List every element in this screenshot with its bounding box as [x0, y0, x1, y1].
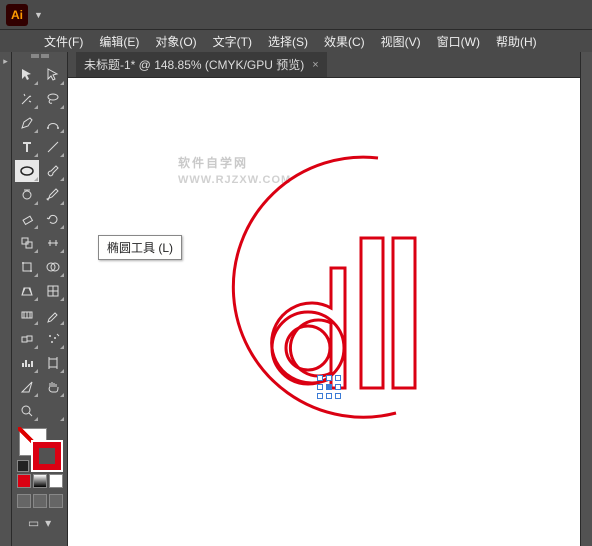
tool-ellipse[interactable] [15, 160, 39, 182]
tool-pencil[interactable] [41, 184, 65, 206]
tool-selection[interactable] [15, 64, 39, 86]
tool-type[interactable] [15, 136, 39, 158]
tool-brush[interactable] [41, 160, 65, 182]
tool-pen[interactable] [15, 112, 39, 134]
app-menu-chevron-icon[interactable]: ▼ [34, 10, 43, 20]
tool-curvature[interactable] [41, 112, 65, 134]
tool-magic-wand[interactable] [15, 88, 39, 110]
tool-tooltip: 椭圆工具 (L) [98, 235, 182, 260]
tool-direct-selection[interactable] [41, 64, 65, 86]
tool-rotate[interactable] [41, 208, 65, 230]
tool-width[interactable] [41, 232, 65, 254]
menu-bar: 文件(F) 编辑(E) 对象(O) 文字(T) 选择(S) 效果(C) 视图(V… [0, 30, 592, 52]
draw-behind[interactable] [33, 494, 47, 508]
draw-inside[interactable] [49, 494, 63, 508]
menu-select[interactable]: 选择(S) [262, 31, 314, 52]
main-area: 未标题-1* @ 148.85% (CMYK/GPU 预览) × 软件自学网 W… [68, 52, 580, 546]
selection-handles[interactable] [320, 378, 338, 396]
toolbox: ▭ ▾ [12, 52, 68, 546]
menu-effect[interactable]: 效果(C) [318, 31, 371, 52]
tool-lasso[interactable] [41, 88, 65, 110]
menu-file[interactable]: 文件(F) [38, 31, 89, 52]
chevron-right-icon: ▸ [3, 56, 8, 67]
tool-slice[interactable] [15, 376, 39, 398]
menu-view[interactable]: 视图(V) [375, 31, 427, 52]
document-tab[interactable]: 未标题-1* @ 148.85% (CMYK/GPU 预览) × [76, 52, 327, 77]
bottom-icons: ▭ ▾ [28, 516, 51, 530]
color-mode-solid[interactable] [17, 474, 31, 488]
menu-object[interactable]: 对象(O) [149, 31, 202, 52]
tool-free-transform[interactable] [15, 256, 39, 278]
menu-help[interactable]: 帮助(H) [490, 31, 543, 52]
menu-window[interactable]: 窗口(W) [431, 31, 486, 52]
tool-column-graph[interactable] [15, 352, 39, 374]
workspace: ▸ ▭ ▾ 未标题-1* @ 148.85% (CMYK/GPU 预览) [0, 52, 592, 546]
right-dock-strip[interactable] [580, 52, 592, 546]
close-icon[interactable]: × [312, 59, 318, 71]
draw-normal[interactable] [17, 494, 31, 508]
color-mode-row [17, 474, 63, 488]
tool-eraser[interactable] [15, 208, 39, 230]
screen-mode-row [17, 494, 63, 508]
tool-hand[interactable] [41, 376, 65, 398]
tool-eyedropper[interactable] [41, 304, 65, 326]
document-tab-label: 未标题-1* @ 148.85% (CMYK/GPU 预览) [84, 56, 304, 73]
screen-mode-icon[interactable]: ▭ [28, 516, 39, 530]
tool-perspective[interactable] [15, 280, 39, 302]
tool-gradient[interactable] [15, 304, 39, 326]
color-mode-gradient[interactable] [33, 474, 47, 488]
tool-symbol-sprayer[interactable] [41, 328, 65, 350]
menu-edit[interactable]: 编辑(E) [93, 31, 145, 52]
tool-zoom[interactable] [15, 400, 39, 422]
menu-type[interactable]: 文字(T) [207, 31, 258, 52]
left-dock-strip[interactable]: ▸ [0, 52, 12, 546]
document-tab-bar: 未标题-1* @ 148.85% (CMYK/GPU 预览) × [68, 52, 580, 78]
default-colors-icon[interactable] [17, 460, 29, 472]
tool-blank[interactable] [41, 400, 65, 422]
tool-shaper[interactable] [15, 184, 39, 206]
canvas[interactable]: 软件自学网 WWW.RJZXW.COM [68, 78, 580, 546]
fill-stroke-swatch[interactable] [17, 426, 63, 472]
tool-artboard[interactable] [41, 352, 65, 374]
app-icon: Ai [6, 4, 28, 26]
title-bar: Ai ▼ [0, 0, 592, 30]
tool-shape-builder[interactable] [41, 256, 65, 278]
tool-line[interactable] [41, 136, 65, 158]
tool-blend[interactable] [15, 328, 39, 350]
toolbox-grip[interactable] [12, 54, 67, 62]
color-mode-none[interactable] [49, 474, 63, 488]
artwork [148, 118, 488, 458]
tool-mesh[interactable] [41, 280, 65, 302]
screen-mode-chevron-icon[interactable]: ▾ [45, 516, 51, 530]
stroke-swatch[interactable] [33, 442, 61, 470]
tool-scale[interactable] [15, 232, 39, 254]
